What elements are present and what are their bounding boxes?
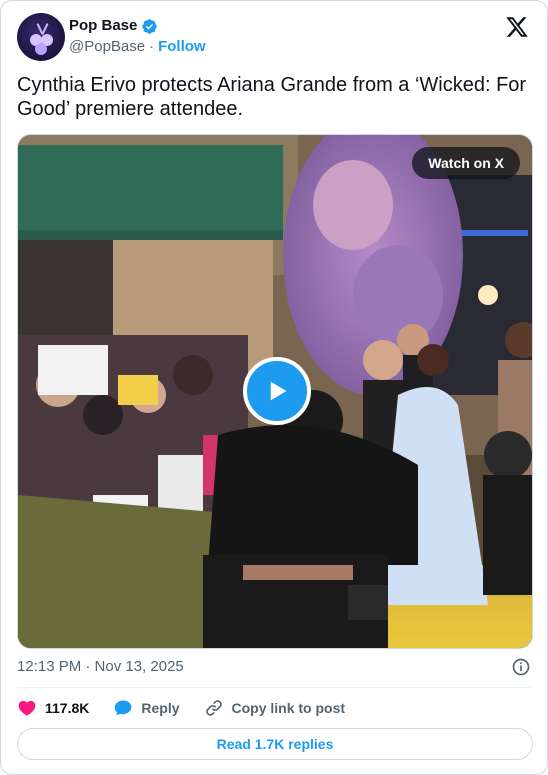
timestamp[interactable]: 12:13 PM · Nov 13, 2025 [17, 657, 184, 677]
copy-link-label: Copy link to post [231, 700, 346, 716]
handle[interactable]: @PopBase [69, 38, 145, 56]
reply-label: Reply [141, 700, 180, 716]
like-count: 117.8K [45, 700, 90, 716]
separator-dot: · [149, 38, 155, 55]
tweet-text: Cynthia Erivo protects Ariana Grande fro… [17, 74, 527, 120]
divider [17, 687, 531, 688]
avatar[interactable] [17, 13, 65, 61]
play-icon [270, 381, 287, 401]
video-player[interactable]: Watch on X [17, 134, 533, 649]
tweet-card: Pop Base @PopBase · Follow Cynthia Erivo… [0, 0, 548, 775]
x-logo-icon[interactable] [505, 15, 529, 39]
heart-icon [18, 700, 36, 716]
action-bar: 117.8K Reply Copy link to post [17, 696, 369, 720]
like-button[interactable]: 117.8K [17, 698, 89, 718]
display-name[interactable]: Pop Base [69, 17, 137, 35]
tweet-header: Pop Base @PopBase · Follow [17, 13, 531, 63]
watch-on-x-button[interactable]: Watch on X [412, 147, 520, 179]
copy-link-button[interactable]: Copy link to post [204, 698, 346, 718]
read-replies-button[interactable]: Read 1.7K replies [17, 728, 533, 760]
author-names: Pop Base @PopBase · Follow [69, 17, 206, 56]
follow-button[interactable]: Follow [158, 38, 206, 56]
reply-button[interactable]: Reply [113, 698, 180, 718]
info-icon[interactable] [511, 657, 531, 677]
play-button[interactable] [243, 357, 311, 425]
verified-badge-icon [142, 18, 158, 34]
link-icon [205, 700, 222, 716]
reply-bubble-icon [115, 700, 132, 716]
